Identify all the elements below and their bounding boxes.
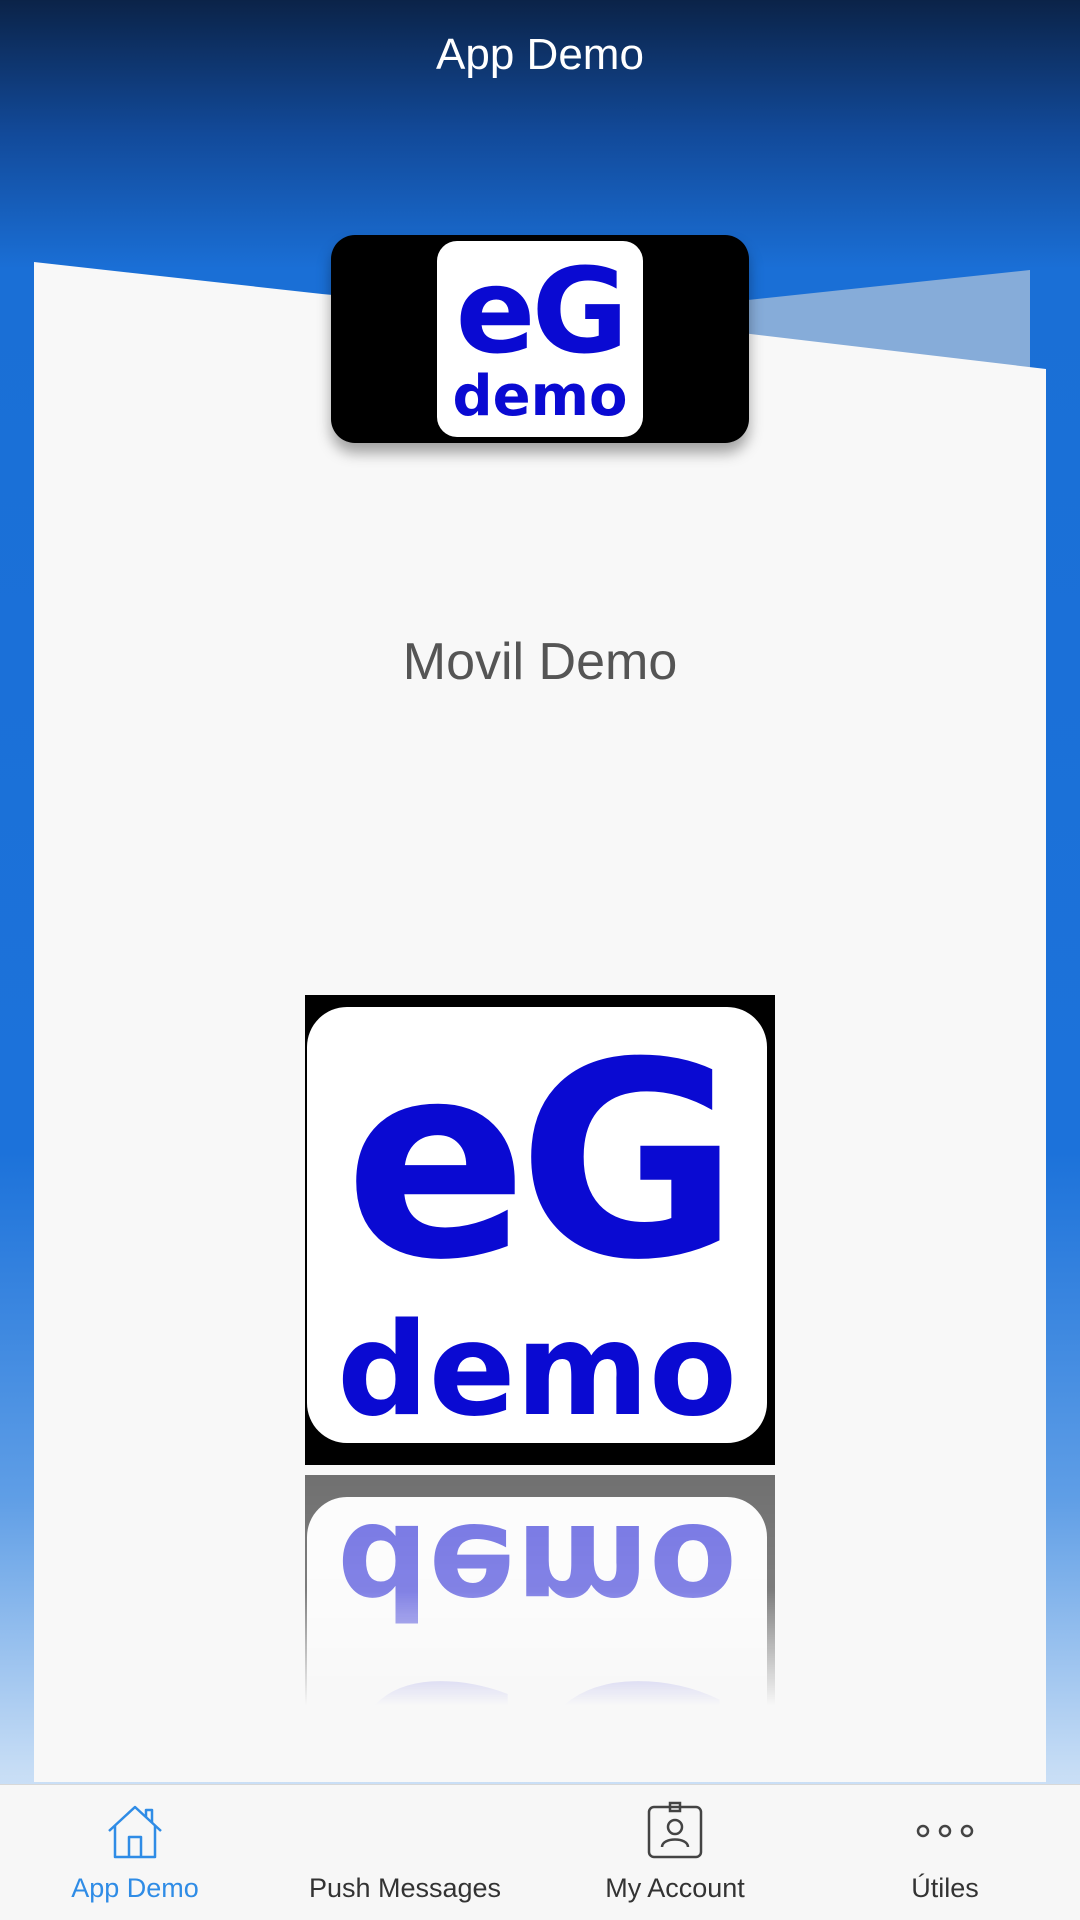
app-logo-eg: eG [344,1004,740,1319]
tab-my-account-label: My Account [605,1873,745,1903]
reflection-eg: eG [307,1621,767,1705]
tab-app-demo-label: App Demo [71,1873,199,1903]
header-logo-eg: eG [455,242,629,380]
app-logo-reflection: eG demo [305,1475,775,1705]
id-badge-icon [645,1801,705,1868]
tab-utiles[interactable]: Útiles [810,1785,1080,1920]
page-headline: Movil Demo [402,633,678,691]
app-logo-demo: demo [337,1296,737,1445]
header-logo-tile: eG demo [437,241,643,437]
header-logo: eG demo [331,235,749,443]
tab-bar: App Demo Push Messages My Account Útiles [0,1784,1080,1920]
tab-push-messages[interactable]: Push Messages [270,1785,540,1920]
nav-title: App Demo [436,30,644,79]
tab-app-demo[interactable]: App Demo [0,1785,270,1920]
home-icon [105,1801,165,1868]
more-dots-icon [913,1801,977,1868]
tab-utiles-label: Útiles [911,1873,979,1903]
tab-my-account[interactable]: My Account [540,1785,810,1920]
header-logo-demo: demo [452,364,628,429]
app-logo-image: eG demo [305,995,775,1465]
reflection-demo: demo [337,1495,737,1644]
tab-push-messages-label: Push Messages [308,1873,502,1903]
app-logo-tile: eG demo [307,1007,767,1443]
